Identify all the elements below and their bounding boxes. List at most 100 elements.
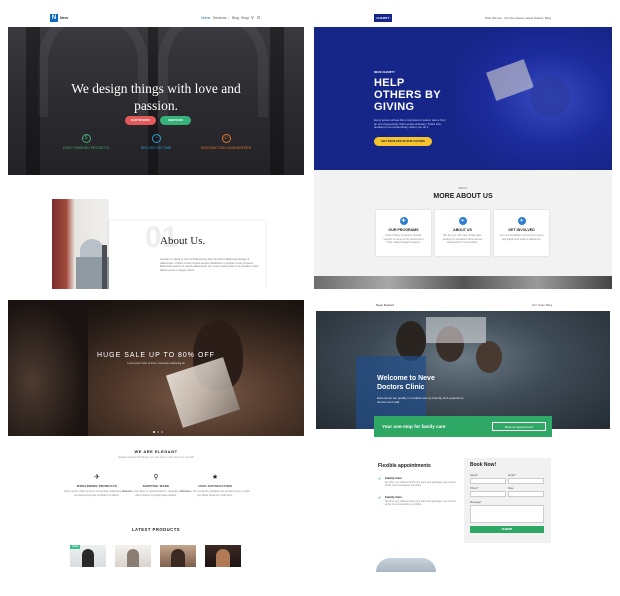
section-title: WE ARE ELEGANT xyxy=(134,449,178,454)
card-text: Join our foundation community to be a re… xyxy=(499,234,544,241)
template-preview-agency[interactable]: N Neve Home Sections ⌄ Blog Shop ⚲ ⊡ We … xyxy=(8,9,304,289)
item-title: Family Care xyxy=(385,476,403,480)
nav-join-cause[interactable]: Join the Cause xyxy=(504,16,524,20)
hero-title: HUGE SALE UP TO 80% OFF xyxy=(97,352,215,359)
message-textarea[interactable] xyxy=(470,505,544,523)
hero-text: Every person whose life is improved or s… xyxy=(374,118,446,130)
cart-icon[interactable]: ⊡ xyxy=(257,15,260,20)
clock-icon: ◔ xyxy=(151,134,161,143)
about-image xyxy=(52,199,109,289)
service-text: Excepteur sint occaecat cupidatat non pr… xyxy=(180,490,250,497)
field-label-message: Message* xyxy=(470,501,482,504)
banner-text: Your one-stop for family care xyxy=(382,424,446,429)
get-involved-button[interactable]: GET INVOLVED IN OUR CAUSES xyxy=(374,137,432,146)
doctor-photo xyxy=(376,558,436,572)
nav-blog[interactable]: Blog xyxy=(545,16,551,20)
service-title: 100% SATISFACTION xyxy=(198,484,232,488)
card-title: GET INVOLVED xyxy=(508,228,535,232)
dollar-icon: $ xyxy=(81,134,91,143)
field-label-date: Date xyxy=(508,487,514,490)
card-get-involved[interactable]: ✦ GET INVOLVED Join our foundation commu… xyxy=(494,210,549,256)
field-label-phone: Phone* xyxy=(470,487,479,490)
name-input[interactable] xyxy=(470,478,506,484)
nav-who-we-are[interactable]: Who We Are xyxy=(485,16,502,20)
brand-name: Neve Doctors xyxy=(376,303,395,307)
product-card[interactable] xyxy=(160,545,196,567)
star-icon: ★ xyxy=(211,474,219,481)
feature-deliver: ◔ DELIVER ON TIME xyxy=(126,134,186,150)
nav-our-team[interactable]: Our Team xyxy=(532,303,545,307)
hero-section: NEVE CHARITY HELP OTHERS BY GIVING Every… xyxy=(314,27,612,170)
date-input[interactable] xyxy=(508,491,544,497)
feature-projects: $ 1000+ FINISHED PROJECTS xyxy=(56,134,116,150)
slider-dot-active[interactable] xyxy=(153,431,155,433)
card-title: OUR PROGRAMS xyxy=(388,228,419,232)
check-icon: ✔ xyxy=(378,476,382,481)
nav-latest-stories[interactable]: Latest Stories xyxy=(525,16,543,20)
feature-satisfaction: ☺ SATISFACTION GUARANTEED xyxy=(196,134,256,150)
charity-logo: CHARITY xyxy=(374,14,392,22)
card-programs[interactable]: ✚ OUR PROGRAMS Neve Charity programs pro… xyxy=(376,210,431,256)
latest-products-title: LATEST PRODUCTS xyxy=(131,527,181,532)
header-bar: Neve Doctors Our Team Blog xyxy=(314,300,612,311)
template-preview-charity[interactable]: CHARITY Who We Are Join the Cause Latest… xyxy=(314,9,612,289)
feature-label: SATISFACTION GUARANTEED xyxy=(200,146,252,150)
hero-title: Welcome to Neve Doctors Clinic xyxy=(377,375,435,391)
product-card[interactable] xyxy=(115,545,151,567)
search-icon[interactable]: ⚲ xyxy=(251,15,254,20)
check-icon: ✔ xyxy=(378,495,382,500)
sale-badge: SALE xyxy=(70,545,81,549)
globe-icon: ✦ xyxy=(517,217,526,225)
services-button[interactable]: SERVICES xyxy=(160,116,191,125)
hero-title: HELP OTHERS BY GIVING xyxy=(374,77,441,113)
book-appointment-button[interactable]: Book an appointment xyxy=(492,422,546,431)
about-title: MORE ABOUT US xyxy=(433,193,493,200)
slider-dot[interactable] xyxy=(157,431,159,433)
header-bar: CHARITY Who We Are Join the Cause Latest… xyxy=(314,9,612,27)
section-image-strip xyxy=(314,276,612,289)
booking-form: Book Now! Name* Email* Phone* Date Messa… xyxy=(464,458,551,543)
about-card: 01 About Us. Aenean ut massa ut nunc at … xyxy=(109,221,265,289)
hero-kicker: NEVE CHARITY xyxy=(374,70,395,74)
item-title: Family Care xyxy=(385,495,403,499)
hero-text: Experience top quality in medical care b… xyxy=(377,396,464,404)
nav-blog[interactable]: Blog xyxy=(546,303,552,307)
hero-section: We design things with love and passion. … xyxy=(8,9,304,175)
smile-icon: ☺ xyxy=(221,134,231,143)
hero-photo xyxy=(454,27,612,170)
item-text: We offer very efficient family care plan… xyxy=(385,481,456,488)
hero-title: We design things with love and passion. xyxy=(71,81,241,113)
xray-image xyxy=(426,317,486,343)
template-preview-shop[interactable]: HUGE SALE UP TO 80% OFF Lorem ipsum dolo… xyxy=(8,300,304,572)
hero-subtitle: Lorem ipsum dolor sit amet, consectetur … xyxy=(127,362,185,365)
slider-dot[interactable] xyxy=(161,431,163,433)
green-banner: Your one-stop for family care Book an ap… xyxy=(374,416,552,437)
submit-button[interactable]: SUBMIT xyxy=(470,526,544,533)
about-kicker: ABOUT xyxy=(458,187,468,190)
service-satisfaction: ★ 100% SATISFACTION Excepteur sint occae… xyxy=(180,474,250,497)
leaf-icon: ❧ xyxy=(458,217,467,225)
feature-label: 1000+ FINISHED PROJECTS xyxy=(62,146,110,150)
item-text: We offer very efficient family care plan… xyxy=(385,500,456,507)
card-title: ABOUT US xyxy=(453,228,472,232)
card-about[interactable]: ❧ ABOUT US We are you. We have finally b… xyxy=(435,210,490,256)
cross-icon: ✚ xyxy=(399,217,408,225)
hero-section: Welcome to Neve Doctors Clinic Experienc… xyxy=(316,311,610,429)
feature-label: DELIVER ON TIME xyxy=(140,146,172,150)
card-text: Neve Charity programs provide support in… xyxy=(383,234,424,244)
section-subtitle: Elegant dressed effortlessly, you can dr… xyxy=(118,456,194,459)
hero-section: HUGE SALE UP TO 80% OFF Lorem ipsum dolo… xyxy=(8,300,304,436)
field-label-email: Email* xyxy=(508,474,516,477)
field-label-name: Name* xyxy=(470,474,478,477)
product-card[interactable]: SALE xyxy=(70,545,106,567)
booking-title: Book Now! xyxy=(470,462,497,468)
phone-input[interactable] xyxy=(470,491,506,497)
about-text: Aenean ut massa ut nunc at Praesenting d… xyxy=(160,258,259,272)
our-works-button[interactable]: OUR WORKS xyxy=(125,116,156,125)
email-input[interactable] xyxy=(508,478,544,484)
about-title: About Us. xyxy=(160,235,206,247)
product-card[interactable] xyxy=(205,545,241,567)
template-preview-doctors[interactable]: Neve Doctors Our Team Blog Welcome to Ne… xyxy=(314,300,612,572)
appointments-title: Flexible appointments xyxy=(378,463,431,469)
card-text: We are you. We have finally been working… xyxy=(442,234,483,244)
